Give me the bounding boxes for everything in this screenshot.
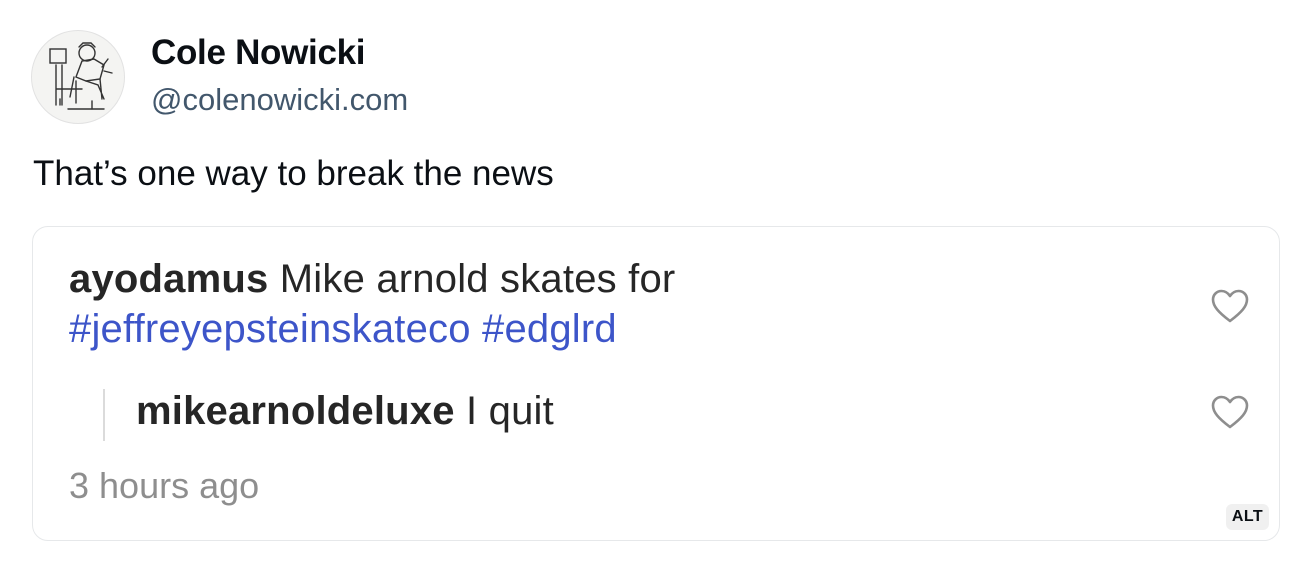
hashtag-link: #edglrd [482,307,617,351]
reply-divider [103,389,105,441]
comment-line: ayodamus Mike arnold skates for [69,257,675,302]
heart-outline-icon [1211,395,1249,429]
embedded-image[interactable]: ayodamus Mike arnold skates for #jeffrey… [32,226,1280,541]
hashtag-link: #jeffreyepsteinskateco [69,307,471,351]
comment-text: Mike arnold skates for [268,257,676,301]
alt-text-button[interactable]: ALT [1225,504,1269,530]
heart-outline-icon [1211,289,1249,323]
reply-username: mikearnoldeluxe [136,389,455,433]
reply-line: mikearnoldeluxe I quit [136,389,554,434]
comment-timestamp: 3 hours ago [69,465,260,506]
person-sitting-sketch-avatar [49,42,113,110]
post-text: That’s one way to break the news [33,154,554,193]
reply-text: I quit [454,389,554,433]
comment-username: ayodamus [69,257,269,301]
avatar[interactable] [31,30,125,124]
author-handle[interactable]: @colenowicki.com [151,82,408,118]
author-display-name[interactable]: Cole Nowicki [151,33,366,73]
comment-hashtags: #jeffreyepsteinskateco #edglrd [69,307,617,352]
